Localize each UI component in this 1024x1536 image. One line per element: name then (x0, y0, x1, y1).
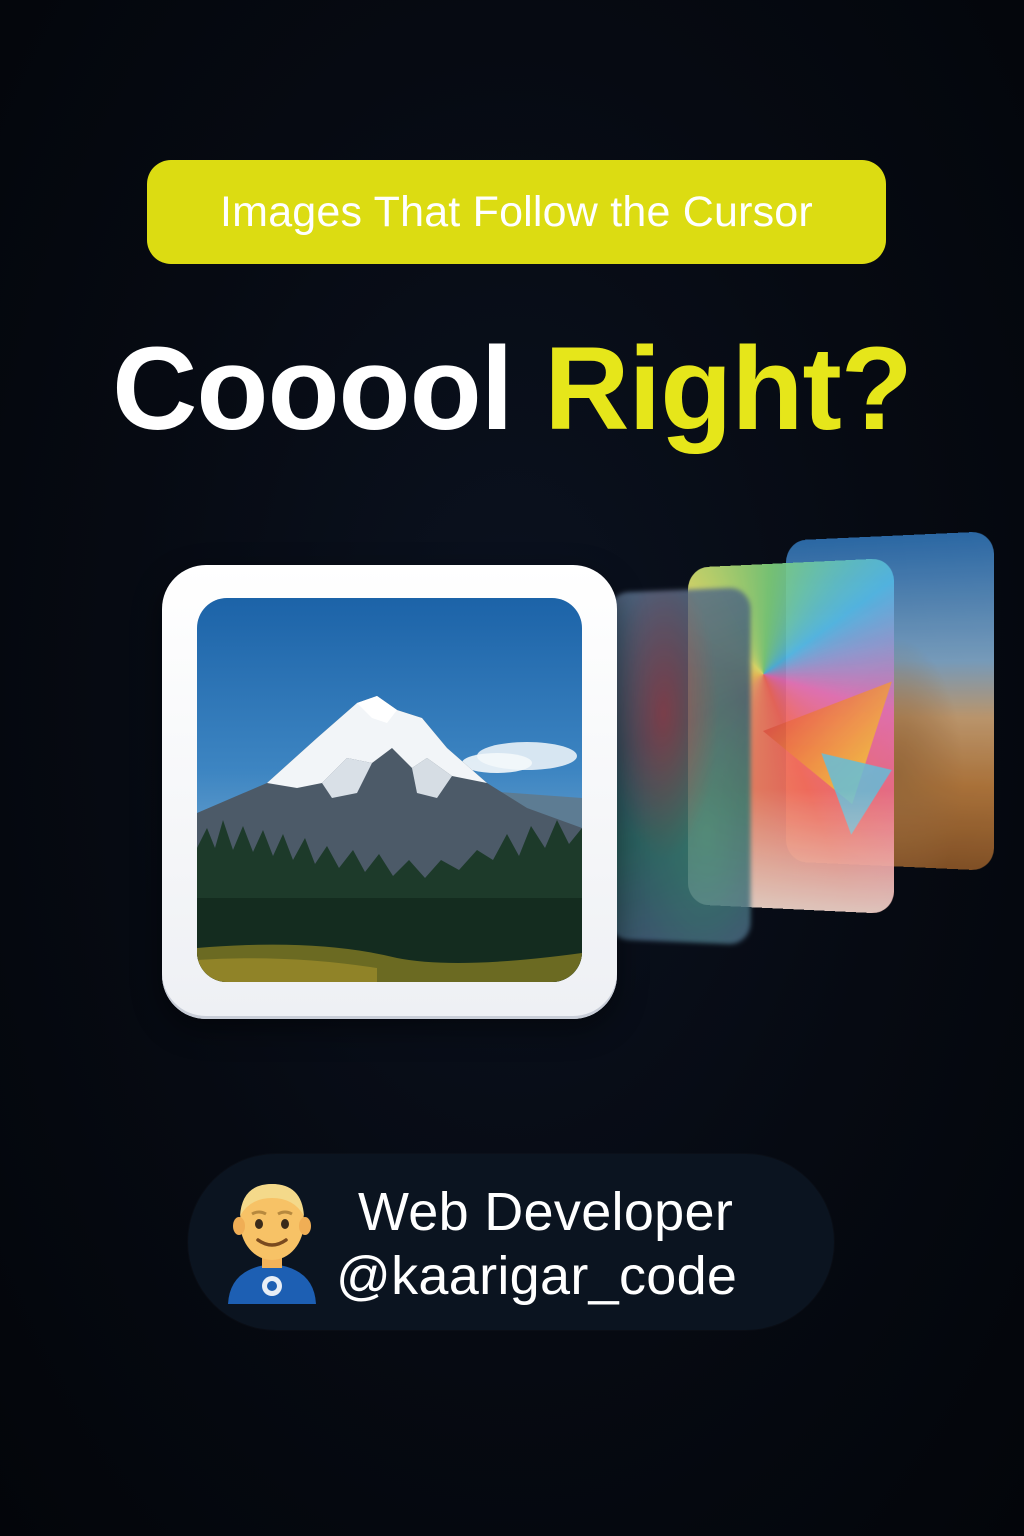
profile-card[interactable]: Web Developer @kaarigar_code (188, 1154, 834, 1330)
profile-title: Web Developer (336, 1180, 737, 1244)
headline-word-yellow: Right? (544, 323, 912, 455)
headline: Cooool Right? (0, 330, 1024, 448)
mountain-image (197, 598, 582, 982)
title-badge-label: Images That Follow the Cursor (220, 188, 813, 237)
main-image-frame[interactable] (162, 565, 617, 1019)
profile-text: Web Developer @kaarigar_code (336, 1180, 737, 1308)
headline-word-white: Cooool (112, 323, 512, 455)
man-technologist-emoji-icon (222, 1176, 322, 1306)
title-badge: Images That Follow the Cursor (147, 160, 886, 264)
trailing-image-blurred (608, 587, 751, 945)
profile-handle[interactable]: @kaarigar_code (336, 1244, 737, 1308)
